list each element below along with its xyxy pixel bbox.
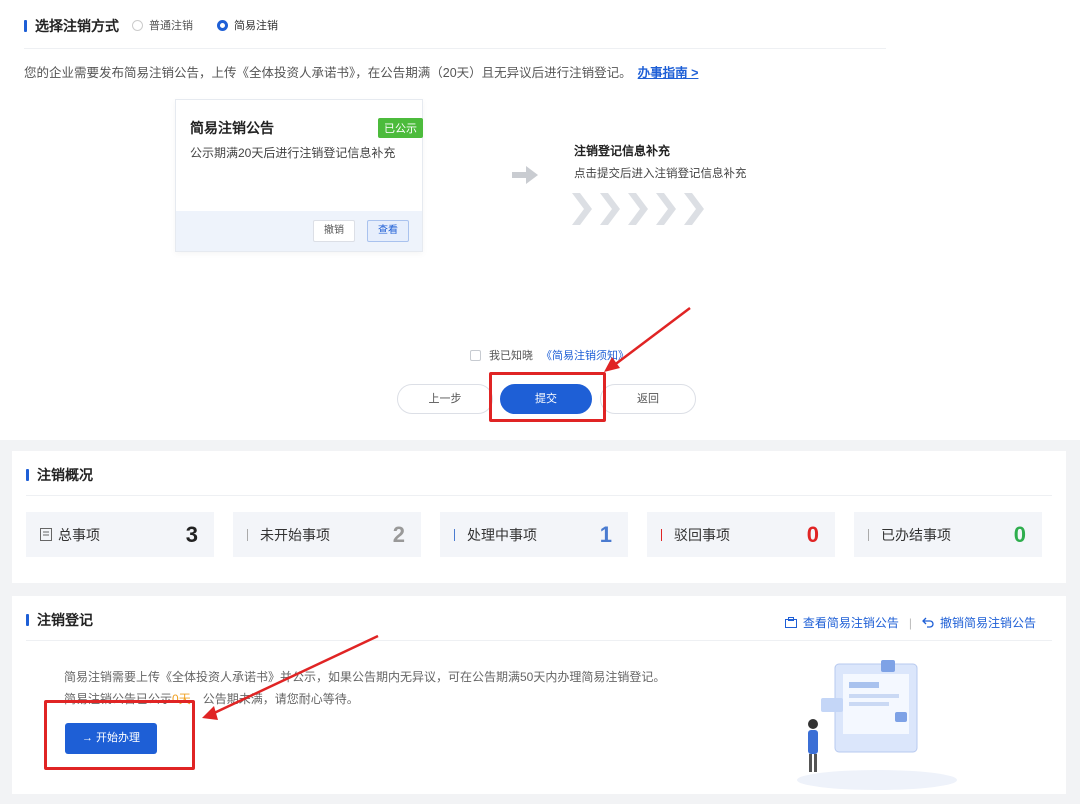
prev-button[interactable]: 上一步	[397, 384, 493, 414]
divider	[26, 640, 1052, 641]
chevron-arrows	[572, 193, 704, 225]
radio-label-simple[interactable]: 简易注销	[234, 17, 278, 33]
registration-links: 查看简易注销公告 | 撤销简易注销公告	[784, 614, 1036, 631]
section-title: 选择注销方式	[24, 16, 119, 36]
section-title: 注销概况	[26, 465, 93, 485]
agree-text: 我已知晓	[489, 350, 533, 362]
chevron-right-icon	[600, 193, 620, 225]
tick-mark	[868, 528, 869, 541]
card-footer: 撤销 查看	[176, 211, 422, 251]
stat-value: 2	[392, 521, 405, 547]
step2-title: 注销登记信息补充	[574, 144, 671, 158]
divider	[26, 495, 1052, 496]
stat-not-started: 未开始事项 2	[233, 512, 421, 557]
highlight-box	[44, 700, 195, 770]
notice-link[interactable]: 《简易注销须知》	[541, 347, 629, 363]
computer-illustration	[797, 660, 957, 790]
agreement: 我已知晓 《简易注销须知》	[470, 347, 629, 363]
stat-value: 3	[185, 521, 198, 547]
highlight-box	[489, 372, 606, 422]
view-button[interactable]: 查看	[367, 220, 409, 242]
card-subtitle: 公示期满20天后进行注销登记信息补充	[190, 146, 396, 160]
stat-value: 0	[1013, 521, 1026, 547]
step2-subtitle: 点击提交后进入注销登记信息补充	[574, 168, 747, 180]
cancel-button[interactable]: 撤销	[313, 220, 355, 242]
stat-value: 0	[806, 521, 819, 547]
stat-label: 已办结事项	[881, 526, 951, 543]
stat-label: 未开始事项	[260, 526, 330, 543]
method-section: 选择注销方式 普通注销 简易注销 您的企业需要发布简易注销公告，上传《全体投资人…	[0, 0, 1080, 440]
method-radio-group: 普通注销 简易注销	[132, 17, 296, 33]
stat-label: 总事项	[58, 526, 100, 543]
guide-link[interactable]: 办事指南 >	[638, 66, 699, 80]
chevron-right-icon	[656, 193, 676, 225]
radio-simple[interactable]	[217, 19, 228, 31]
tick-mark	[661, 528, 662, 541]
radio-normal[interactable]	[132, 19, 143, 31]
stat-label: 处理中事项	[467, 526, 537, 543]
overview-panel: 注销概况 总事项 3 未开始事项 2 处理中事项 1 驳回事项 0 已办结事项 …	[12, 451, 1066, 583]
back-button[interactable]: 返回	[600, 384, 696, 414]
stat-value: 1	[599, 521, 612, 547]
chevron-right-icon	[684, 193, 704, 225]
registration-info: 简易注销需要上传《全体投资人承诺书》并公示，如果公告期内无异议，可在公告期满50…	[64, 670, 666, 684]
announcement-card: 简易注销公告 已公示 公示期满20天后进行注销登记信息补充 撤销 查看	[175, 99, 423, 252]
tick-mark	[247, 528, 248, 541]
chevron-right-icon	[628, 193, 648, 225]
document-icon	[40, 528, 52, 541]
stat-label: 驳回事项	[674, 526, 730, 543]
tick-mark	[454, 528, 455, 541]
section-title: 注销登记	[26, 610, 93, 630]
chevron-right-icon	[572, 193, 592, 225]
card-title: 简易注销公告	[190, 120, 274, 136]
arrow-right-icon	[512, 166, 538, 184]
undo-icon	[922, 617, 934, 628]
revoke-announcement-link[interactable]: 撤销简易注销公告	[940, 614, 1036, 631]
title-bar	[24, 20, 27, 32]
stat-total: 总事项 3	[26, 512, 214, 557]
title-bar	[26, 614, 29, 626]
stat-rejected: 驳回事项 0	[647, 512, 835, 557]
method-description: 您的企业需要发布简易注销公告，上传《全体投资人承诺书》，在公告期满（20天）且无…	[24, 66, 699, 80]
view-announcement-link[interactable]: 查看简易注销公告	[803, 614, 899, 631]
radio-label-normal[interactable]: 普通注销	[149, 17, 193, 33]
announcement-icon	[784, 617, 797, 628]
agree-checkbox[interactable]	[470, 349, 481, 361]
stat-processing: 处理中事项 1	[440, 512, 628, 557]
status-badge: 已公示	[378, 118, 423, 138]
stat-completed: 已办结事项 0	[854, 512, 1042, 557]
title-bar	[26, 469, 29, 481]
divider	[24, 48, 886, 49]
